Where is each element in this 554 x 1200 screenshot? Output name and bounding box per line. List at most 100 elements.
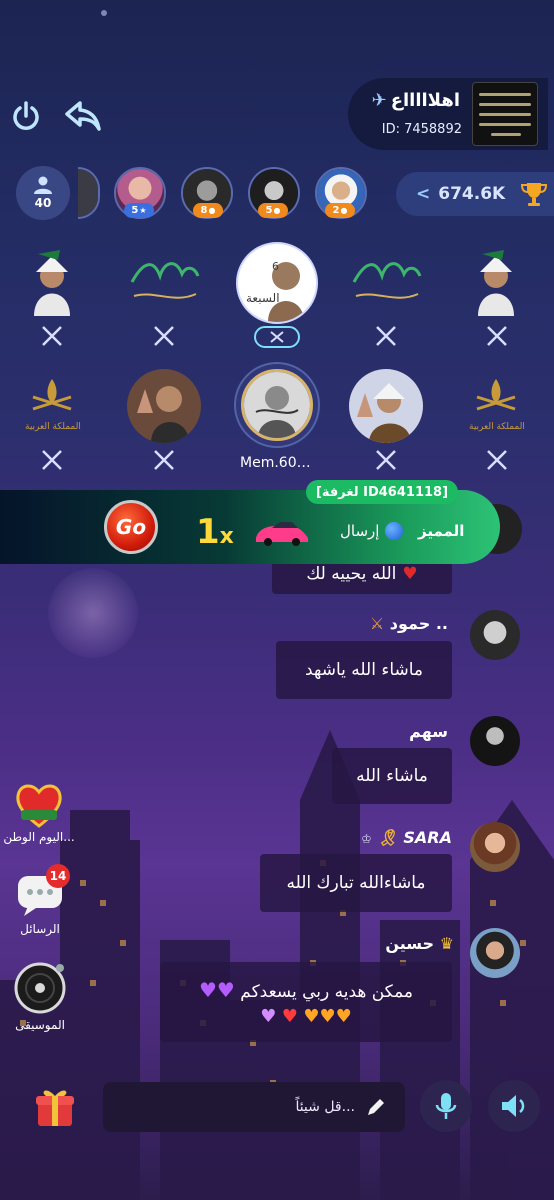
crossed-swords-icon: [151, 447, 177, 473]
svg-text:المملكة العربية: المملكة العربية: [469, 422, 525, 432]
online-count: 40: [34, 196, 52, 210]
chat-avatar[interactable]: [470, 928, 520, 978]
chat-input[interactable]: قل شيئاً...: [103, 1082, 405, 1132]
online-count-button[interactable]: 40: [16, 166, 70, 220]
crown-small-icon: ♔: [361, 832, 372, 846]
user-icon: [34, 176, 52, 194]
chat-message: ماشاء الله: [332, 748, 452, 804]
chat-avatar[interactable]: [470, 822, 520, 872]
national-day-widget[interactable]: اليوم الوطن...: [3, 780, 75, 844]
red-heart-icon: ♥: [281, 1005, 298, 1027]
seat-3[interactable]: السبعة 6: [236, 242, 318, 324]
chat-message: ماشاء الله ياشهد: [276, 641, 452, 699]
chat-message: ♥♥ ممكن هديه ربي يسعدكم ♥ ♥ ♥♥♥: [160, 962, 452, 1042]
messages-widget[interactable]: 14 الرسائل: [8, 864, 72, 936]
host-seat[interactable]: [234, 362, 320, 448]
gift-orb-icon: [385, 522, 404, 540]
room-title: ✈ اهلاااااع: [372, 90, 460, 111]
messages-label: الرسائل: [20, 922, 60, 936]
crossed-swords-icon: [270, 331, 284, 343]
purple-heart-icon: ♥♥: [198, 977, 235, 1002]
vinyl-record-icon: [14, 962, 66, 1014]
svg-text:6: 6: [272, 260, 279, 273]
room-score: 674.6K: [438, 184, 506, 204]
crossed-swords-icon: [484, 447, 510, 473]
room-id: ID: 7458892: [381, 122, 462, 137]
microphone-button[interactable]: [420, 1080, 472, 1132]
microphone-icon: [435, 1093, 457, 1119]
level-badge: 5 ★: [124, 203, 154, 218]
crossed-swords-icon: [151, 323, 177, 349]
share-back-icon[interactable]: [62, 96, 104, 136]
gift-box-icon[interactable]: [30, 1082, 80, 1132]
seat-avatar-portrait: السبعة 6: [246, 260, 304, 322]
chat-input-placeholder: قل شيئاً...: [295, 1099, 355, 1115]
go-button[interactable]: Go: [104, 500, 158, 554]
chat-avatar[interactable]: [470, 716, 520, 766]
orange-heart-icon: ♥♥♥: [303, 1005, 352, 1027]
room-score-button[interactable]: < 674.6K: [396, 172, 554, 216]
heart-box-icon: ♥: [260, 1005, 277, 1027]
seat-4[interactable]: [346, 242, 426, 322]
chevron-left-icon: <: [416, 184, 431, 204]
svg-text:المملكة العربية: المملكة العربية: [25, 422, 81, 432]
crossed-swords-icon: [484, 323, 510, 349]
room-thumbnail: [472, 82, 538, 146]
swords-icon: ⚔: [369, 614, 385, 633]
seat-8[interactable]: [346, 366, 426, 446]
level-badge: 5 ●: [258, 203, 288, 218]
seat-9[interactable]: المملكة العربية: [456, 366, 536, 446]
seat-7[interactable]: [124, 366, 204, 446]
national-day-label: اليوم الوطن...: [3, 830, 75, 844]
member-avatar-partial[interactable]: [78, 167, 100, 219]
heart-icon: ♥: [402, 564, 418, 584]
speaker-button[interactable]: [488, 1080, 540, 1132]
speaker-icon: [502, 1095, 525, 1117]
room-title-text: اهلاااااع: [390, 90, 460, 111]
crossed-swords-icon: [373, 323, 399, 349]
crossed-swords-icon: [39, 323, 65, 349]
saudi-emblem-icon: المملكة العربية: [469, 379, 525, 432]
gift-sender: المميز: [418, 522, 465, 540]
airplane-icon: ✈: [371, 90, 387, 111]
pencil-icon: [368, 1099, 384, 1115]
unread-badge: 14: [46, 864, 70, 888]
power-icon[interactable]: [6, 96, 46, 136]
seat-avatar-king: [34, 250, 70, 316]
chat-username: ⚔ حمود ..: [369, 614, 448, 633]
crossed-swords-icon: [373, 447, 399, 473]
gift-send-text: إرسال: [340, 522, 404, 540]
ribbon-icon: 🎗: [377, 828, 398, 847]
level-badge: 2 ●: [325, 203, 355, 218]
seat-2[interactable]: [124, 242, 204, 322]
music-widget[interactable]: الموسيقى: [8, 960, 72, 1032]
host-avatar: [241, 369, 313, 441]
room-info-card[interactable]: ✈ اهلاااااع ID: 7458892: [348, 78, 548, 150]
seat-avatar-king-wave: [127, 369, 201, 443]
gift-multiplier: 1x: [196, 512, 234, 552]
seat-avatar-king: [478, 250, 514, 316]
sports-car-icon: [256, 522, 308, 546]
seat-5[interactable]: [456, 242, 536, 322]
chat-username: حسين ♛: [385, 934, 454, 953]
chat-avatar[interactable]: [470, 610, 520, 660]
chat-username: سهم: [409, 722, 448, 741]
seat-mic-toggle[interactable]: [254, 326, 300, 348]
host-name: Mem.60…: [240, 455, 311, 471]
seat-avatar-king-wave: [349, 369, 423, 443]
svg-text:السبعة: السبعة: [246, 291, 280, 305]
chat-username: ♔ 🎗 SARA: [361, 828, 452, 847]
seat-1[interactable]: [12, 242, 92, 322]
music-label: الموسيقى: [15, 1018, 65, 1032]
trophy-icon: [521, 183, 548, 206]
seat-6[interactable]: المملكة العربية: [12, 366, 92, 446]
crossed-swords-icon: [39, 447, 65, 473]
seat-calligraphy: [130, 262, 200, 299]
moon-glow: [48, 568, 138, 658]
status-dot: [101, 10, 107, 16]
seat-calligraphy: [352, 262, 422, 299]
oman-heart-badge-icon: [16, 784, 62, 828]
chat-message: ماشاءالله تبارك الله: [260, 854, 452, 912]
crown-icon: ♛: [439, 934, 454, 953]
saudi-emblem-icon: المملكة العربية: [25, 379, 81, 432]
